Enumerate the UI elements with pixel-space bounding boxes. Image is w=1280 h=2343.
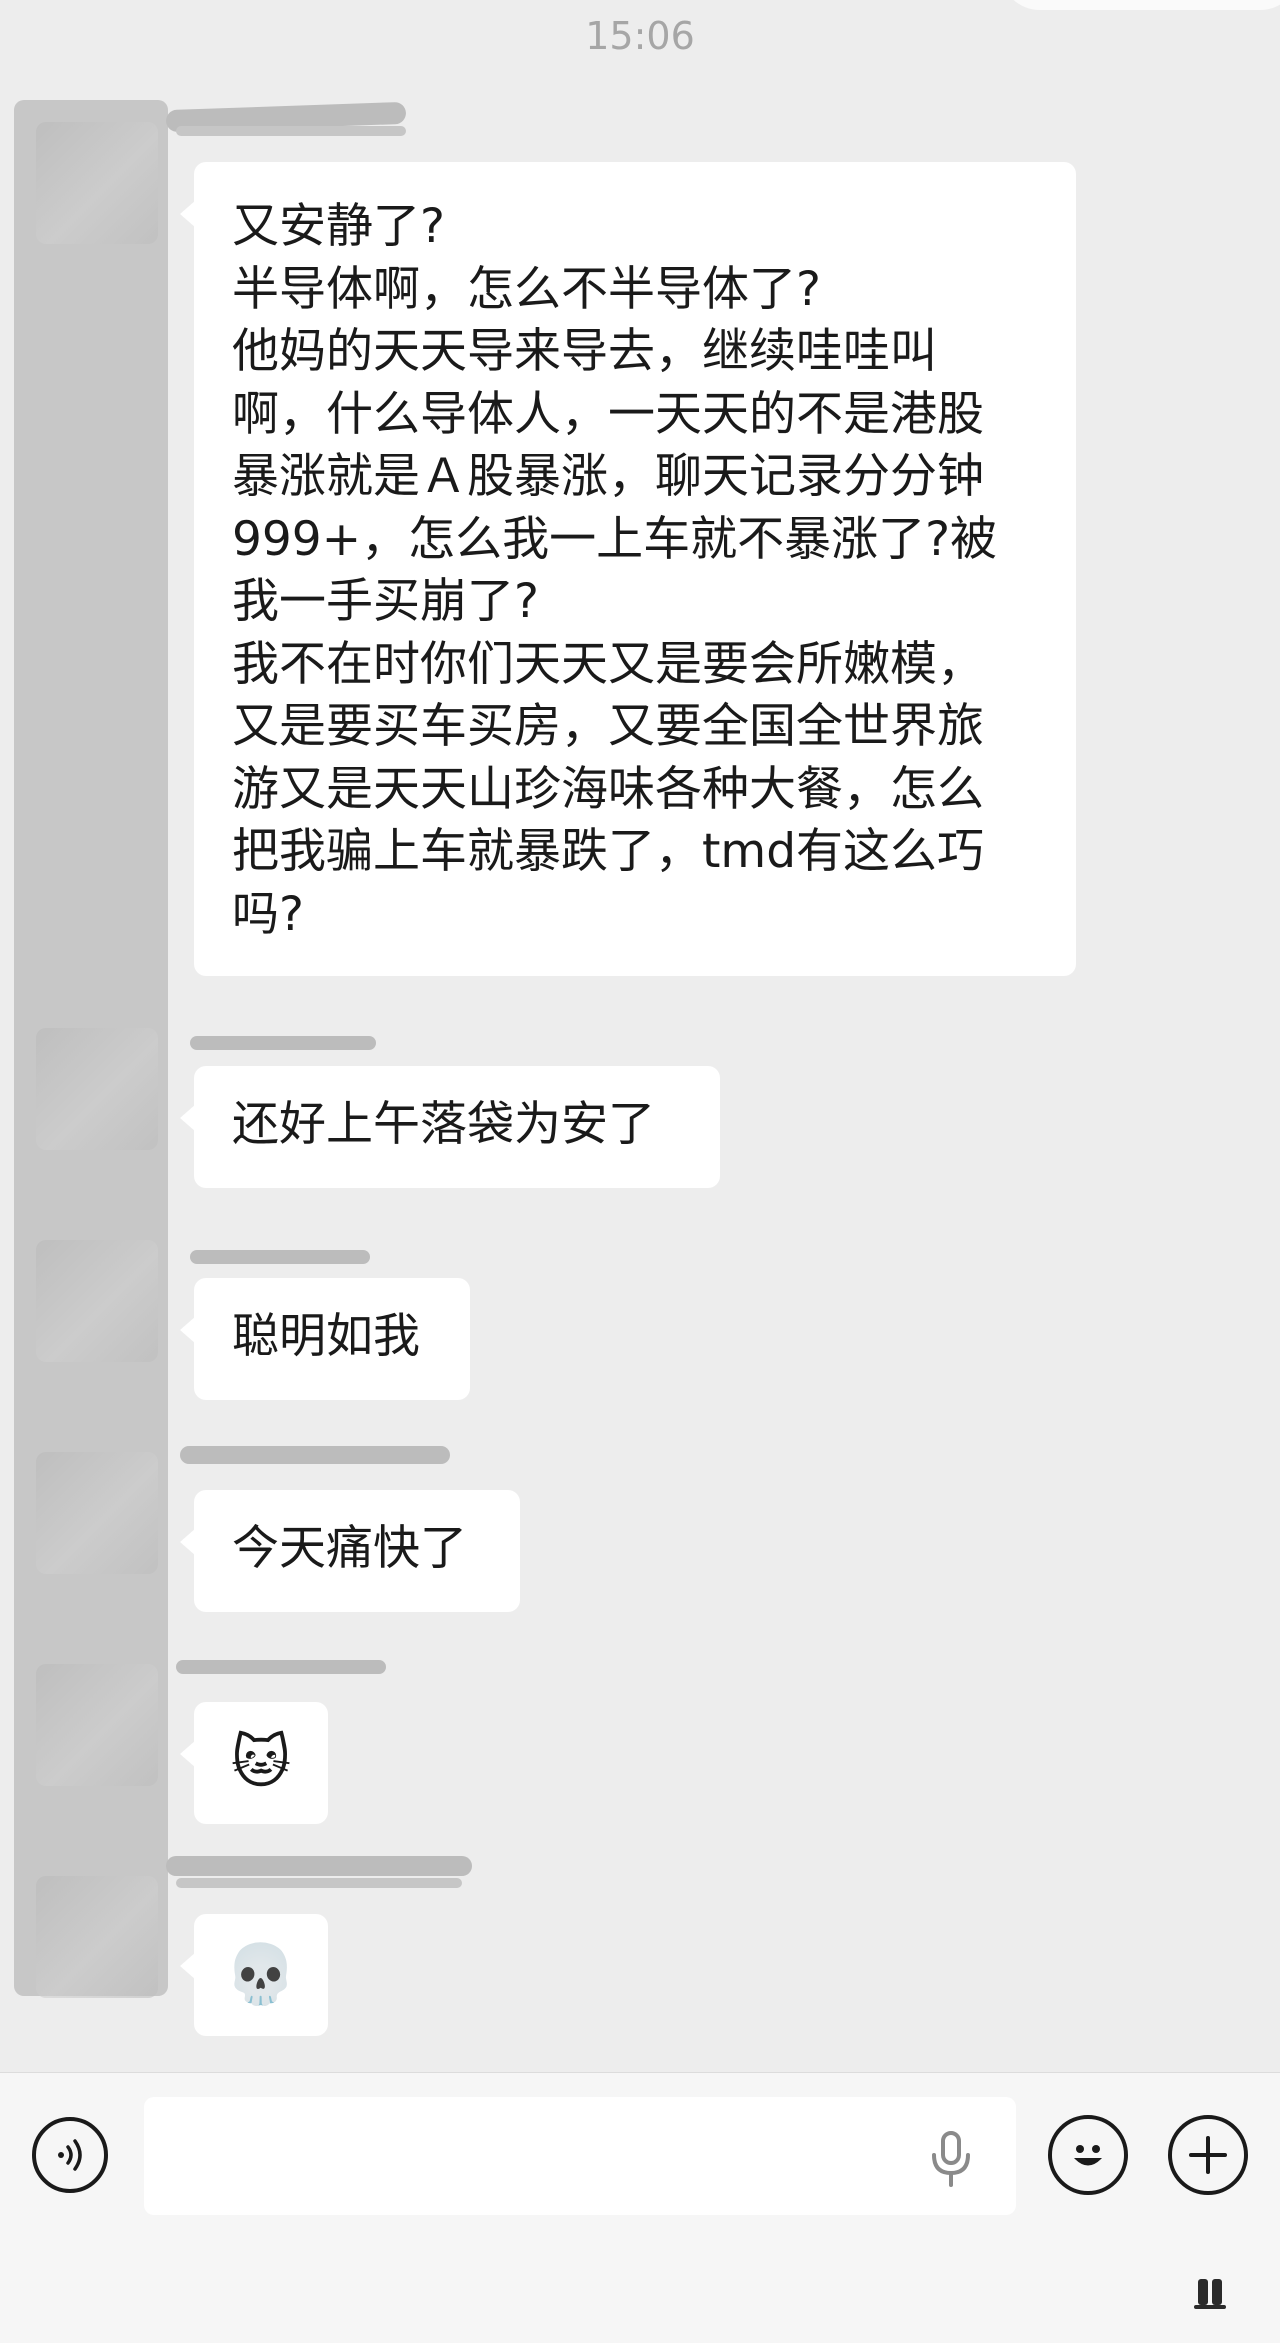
redacted-sender-name [190, 1250, 370, 1264]
watermark-logo-icon [1194, 2279, 1226, 2309]
message-bubble[interactable]: 💀 [180, 1914, 328, 2036]
message-bubble[interactable]: 🐱 [180, 1702, 328, 1824]
message-text-line: 半导体啊，怎么不半导体了? [232, 261, 821, 317]
avatar[interactable] [36, 122, 158, 244]
redacted-sender-name [190, 1036, 376, 1050]
message-input[interactable] [144, 2097, 1016, 2215]
message-text-line: 啊，什么导体人，一天天的不是港股 [232, 386, 984, 442]
message-text-line: 游又是天天山珍海味各种大餐，怎么 [232, 761, 984, 817]
message-text-line: 他妈的天天导来导去，继续哇哇叫 [232, 324, 937, 379]
message-text-line: 暴涨就是Ａ股暴涨，聊天记录分分钟 [232, 449, 984, 504]
message-text: 聪明如我 [232, 1309, 420, 1364]
message-bubble[interactable]: 今天痛快了 [180, 1490, 520, 1612]
top-edge-shape [1000, 0, 1280, 10]
avatar[interactable] [36, 1452, 158, 1574]
plus-circle-icon-glyph [1189, 2136, 1227, 2174]
message-text-line: 又是要买车买房，又要全国全世界旅 [232, 699, 984, 754]
avatar[interactable] [36, 1240, 158, 1362]
microphone-icon[interactable] [926, 2131, 976, 2187]
message-text-line: 吗? [232, 886, 304, 942]
redacted-sender-name-stroke [176, 126, 406, 136]
message-bubble[interactable]: 还好上午落袋为安了 [180, 1066, 720, 1188]
redacted-sender-name-stroke [176, 1878, 462, 1888]
message-text-line: 我一手买崩了? [232, 574, 539, 629]
message-text-line: 我不在时你们天天又是要会所嫩模， [232, 636, 984, 692]
message-text: 还好上午落袋为安了 [232, 1097, 655, 1152]
avatar[interactable] [36, 1028, 158, 1150]
message-timestamp: 15:06 [585, 14, 695, 58]
message-input-bar [0, 2072, 1280, 2343]
redacted-sender-name [176, 1660, 386, 1674]
message-text-line: 999+，怎么我一上车就不暴涨了?被 [232, 511, 998, 567]
message-text-line: 又安静了? [232, 199, 445, 254]
smiley-face-icon[interactable] [1048, 2115, 1128, 2195]
plus-circle-icon[interactable] [1168, 2115, 1248, 2195]
avatar[interactable] [36, 1664, 158, 1786]
chat-area[interactable]: 15:06 又安静了? 半导体啊，怎么不半导体了? 他妈的天天导来导去，继续哇哇… [0, 0, 1280, 2072]
doge-emoji-icon: 🐱 [230, 1728, 292, 1796]
voice-wave-icon[interactable] [32, 2117, 108, 2193]
avatar[interactable] [36, 1876, 158, 1998]
voice-wave-icon-glyph [58, 2139, 82, 2171]
redacted-sender-name [180, 1446, 450, 1464]
message-text-line: 把我骗上车就暴跌了，tmd有这么巧 [232, 824, 985, 879]
message-bubble[interactable]: 聪明如我 [180, 1278, 470, 1400]
redacted-sender-name [166, 1856, 472, 1876]
message-text: 今天痛快了 [232, 1521, 467, 1576]
smiley-face-icon-glyph [1074, 2145, 1102, 2166]
message-bubble[interactable]: 又安静了? 半导体啊，怎么不半导体了? 他妈的天天导来导去，继续哇哇叫 啊，什么… [180, 162, 1076, 976]
skull-emoji-icon: 💀 [224, 1940, 298, 2008]
